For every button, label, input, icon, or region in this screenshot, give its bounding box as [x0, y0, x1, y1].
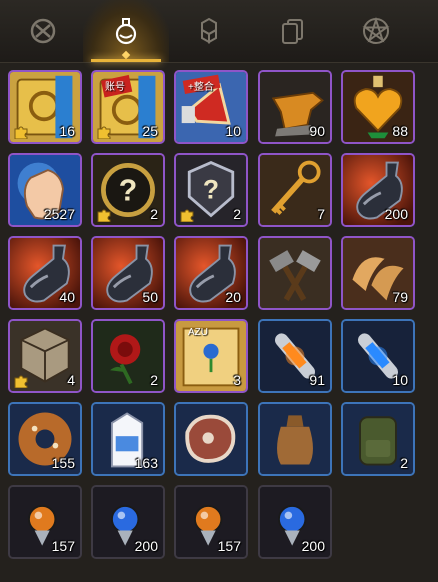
- pentagram-icon: [362, 16, 390, 44]
- tab-materials[interactable]: [166, 0, 252, 62]
- fragment-puzzle-icon: [179, 206, 195, 223]
- item-quantity: 10: [392, 372, 408, 388]
- fragment-puzzle-icon: [96, 123, 112, 140]
- category-tab-bar: [0, 0, 438, 63]
- item-slot-milk-carton[interactable]: 163: [91, 402, 165, 476]
- item-slot-blue-orb[interactable]: 200: [258, 485, 332, 559]
- item-slot-megaphone[interactable]: +整合 10: [174, 70, 248, 144]
- item-quantity: 16: [59, 123, 75, 139]
- item-stamp: +整合: [188, 82, 214, 93]
- item-slot-blue-crystal[interactable]: 10: [341, 319, 415, 393]
- item-quantity: 2527: [43, 206, 75, 222]
- item-slot-red-rose[interactable]: 2: [91, 319, 165, 393]
- item-quantity: 200: [384, 206, 408, 222]
- tab-consumables[interactable]: [83, 0, 169, 62]
- item-quantity: 155: [51, 455, 75, 471]
- svg-text:?: ?: [119, 174, 138, 207]
- item-slot-orange-orb[interactable]: 157: [8, 485, 82, 559]
- item-quantity: 40: [59, 289, 75, 305]
- item-slot-backpack[interactable]: 2: [341, 402, 415, 476]
- item-slot-purple-bottle[interactable]: 20: [174, 236, 248, 310]
- item-quantity: 2: [150, 372, 158, 388]
- item-slot-golden-scroll[interactable]: 16: [8, 70, 82, 144]
- item-quantity: 2: [233, 206, 241, 222]
- item-quantity: 157: [217, 538, 241, 554]
- potion-flask-icon: [115, 18, 137, 45]
- tab-equipment[interactable]: [0, 0, 86, 62]
- fragment-puzzle-icon: [13, 372, 29, 389]
- item-quantity: 90: [309, 123, 325, 139]
- item-quantity: 7: [317, 206, 325, 222]
- item-slot-steak[interactable]: [174, 402, 248, 476]
- item-quantity: 88: [392, 123, 408, 139]
- item-quantity: 10: [225, 123, 241, 139]
- item-slot-ornate-key[interactable]: 7: [258, 153, 332, 227]
- item-slot-orange-crystal[interactable]: 91: [258, 319, 332, 393]
- item-slot-mystery-medal-gold[interactable]: ? 2: [91, 153, 165, 227]
- shield-tab-icon: [30, 18, 56, 44]
- hammers-icon: [260, 238, 330, 308]
- item-quantity: 200: [301, 538, 325, 554]
- item-slot-hammers[interactable]: [258, 236, 332, 310]
- item-quantity: 4: [67, 372, 75, 388]
- item-quantity: 163: [134, 455, 158, 471]
- item-quantity: 25: [142, 123, 158, 139]
- item-slot-golden-scroll-stamped[interactable]: 账号 25: [91, 70, 165, 144]
- item-quantity: 91: [309, 372, 325, 388]
- item-slot-fortune-cookies[interactable]: 79: [341, 236, 415, 310]
- item-slot-glowing-hand[interactable]: 2527: [8, 153, 82, 227]
- item-slot-fire-bottle[interactable]: 200: [341, 153, 415, 227]
- item-quantity: 79: [392, 289, 408, 305]
- item-stamp: 账号: [105, 82, 125, 93]
- item-quantity: 2: [150, 206, 158, 222]
- fragment-puzzle-icon: [96, 206, 112, 223]
- item-quantity: 3: [233, 372, 241, 388]
- item-slot-blue-bottle[interactable]: 40: [8, 236, 82, 310]
- item-slot-ornate-cube[interactable]: 4: [8, 319, 82, 393]
- active-tab-marker: [121, 50, 131, 60]
- svg-text:?: ?: [203, 175, 219, 205]
- item-quantity: 50: [142, 289, 158, 305]
- item-slot-mystery-medal-silver[interactable]: ? 2: [174, 153, 248, 227]
- item-slot-flower-scroll[interactable]: AZU 3: [174, 319, 248, 393]
- tab-cards[interactable]: [250, 0, 336, 62]
- steak-icon: [176, 404, 246, 474]
- inventory-grid: 16 账号 25 +整合 10 90 88 2527? 2? 2 7 200 40 50 20 79 4 2 AZU…: [0, 62, 438, 582]
- item-slot-orange-orb[interactable]: 157: [174, 485, 248, 559]
- item-slot-blue-orb[interactable]: 200: [91, 485, 165, 559]
- item-slot-white-bottle[interactable]: 50: [91, 236, 165, 310]
- item-quantity: 2: [400, 455, 408, 471]
- cards-icon: [282, 19, 303, 44]
- item-slot-golden-heart-flask[interactable]: 88: [341, 70, 415, 144]
- item-stamp: AZU: [188, 327, 208, 338]
- cubes-icon: [201, 17, 217, 44]
- item-slot-sack[interactable]: [258, 402, 332, 476]
- item-slot-anvil[interactable]: 90: [258, 70, 332, 144]
- item-quantity: 157: [51, 538, 75, 554]
- item-slot-donut[interactable]: 155: [8, 402, 82, 476]
- tab-special[interactable]: [333, 0, 419, 62]
- item-quantity: 200: [134, 538, 158, 554]
- fragment-puzzle-icon: [13, 123, 29, 140]
- sack-icon: [260, 404, 330, 474]
- item-quantity: 20: [225, 289, 241, 305]
